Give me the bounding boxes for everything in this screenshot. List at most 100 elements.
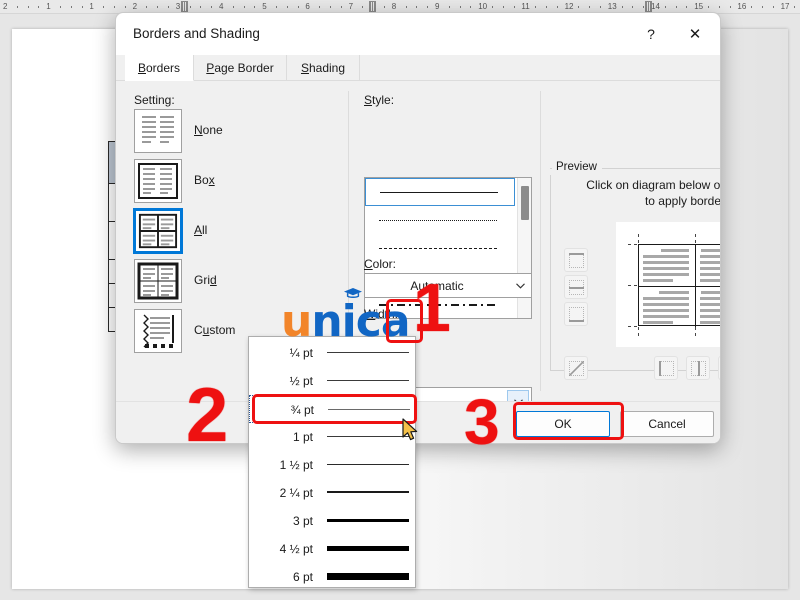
- width-option-three[interactable]: 3 pt: [249, 507, 415, 535]
- ruler-tick: [38, 6, 39, 8]
- border-box-icon: [134, 159, 182, 203]
- ruler-number: 16: [737, 0, 746, 13]
- help-icon[interactable]: ?: [630, 13, 672, 55]
- ruler-tick: [319, 6, 320, 8]
- ruler-tab-stop[interactable]: [645, 1, 652, 12]
- ruler-tick: [341, 6, 342, 8]
- bottom-border-button[interactable]: [564, 302, 588, 326]
- ruler-number: 1: [46, 0, 50, 13]
- width-option-label: ½ pt: [251, 374, 313, 388]
- vertical-inside-border-button[interactable]: [686, 356, 710, 380]
- screen: 211234567891011121314151617 Borders and …: [0, 0, 800, 600]
- annotation-step-3: 3: [464, 390, 500, 454]
- ruler-tab-stop[interactable]: [181, 1, 188, 12]
- top-border-button[interactable]: [564, 248, 588, 272]
- border-custom-icon: [134, 309, 182, 353]
- ruler-tick: [114, 6, 115, 8]
- width-option-one-half[interactable]: 1 ½ pt: [249, 451, 415, 479]
- width-option-half[interactable]: ½ pt: [249, 367, 415, 395]
- ruler-tick: [449, 6, 450, 8]
- ruler-tick: [730, 6, 731, 8]
- width-option-label: 6 pt: [251, 570, 313, 584]
- ruler-tick: [157, 6, 158, 8]
- tab-page-border[interactable]: Page Border: [194, 55, 287, 81]
- ruler-tick: [503, 6, 504, 8]
- preview-frame-line-right: [602, 168, 721, 169]
- width-option-six[interactable]: 6 pt: [249, 563, 415, 591]
- ruler-tick: [794, 6, 795, 8]
- diagonal-up-border-button[interactable]: [564, 356, 588, 380]
- setting-item-custom[interactable]: Custom: [134, 309, 259, 357]
- close-icon[interactable]: ✕: [674, 13, 716, 55]
- ruler-tick: [330, 6, 331, 8]
- chevron-down-icon[interactable]: [509, 275, 531, 297]
- ruler-number: 1: [89, 0, 93, 13]
- style-option-solid[interactable]: [365, 178, 515, 206]
- ruler-tick: [103, 6, 104, 8]
- left-border-button[interactable]: [654, 356, 678, 380]
- setting-item-none[interactable]: None: [134, 109, 259, 157]
- ruler-tick: [589, 6, 590, 8]
- width-option-label: 2 ¼ pt: [251, 486, 313, 500]
- ruler-tick: [686, 6, 687, 8]
- width-dropdown-list[interactable]: ¼ pt ½ pt ¾ pt 1 pt 1 ½ pt 2 ¼ pt 3 pt: [248, 336, 416, 588]
- width-option-quarter[interactable]: ¼ pt: [249, 339, 415, 367]
- ruler-number: 17: [781, 0, 790, 13]
- style-scrollbar-thumb[interactable]: [521, 186, 529, 220]
- ruler-tick: [28, 6, 29, 8]
- style-label: Style:: [364, 93, 394, 107]
- setting-item-box[interactable]: Box: [134, 159, 259, 207]
- ruler-tick: [762, 6, 763, 8]
- ruler-tick: [578, 6, 579, 8]
- preview-inner-horizontal: [639, 286, 721, 287]
- ruler-tick: [233, 6, 234, 8]
- dialog-tabs: Borders Page Border Shading: [116, 55, 721, 81]
- tab-borders[interactable]: Borders: [125, 55, 194, 81]
- ruler-tick: [470, 6, 471, 8]
- ruler-tick: [362, 6, 363, 8]
- divider-right: [540, 91, 541, 391]
- ruler-tick: [665, 6, 666, 8]
- ruler-tick: [719, 6, 720, 8]
- preview-hint: Click on diagram below or use buttons to…: [562, 177, 721, 209]
- ruler-tick: [298, 6, 299, 8]
- width-option-label: ¼ pt: [251, 346, 313, 360]
- cancel-button[interactable]: Cancel: [620, 411, 714, 437]
- ruler-tick: [535, 6, 536, 8]
- mouse-cursor-icon: [402, 418, 420, 444]
- ruler-tick: [406, 6, 407, 8]
- ruler-tick: [71, 6, 72, 8]
- ruler-tick: [17, 6, 18, 8]
- setting-label: Setting:: [134, 93, 175, 107]
- dialog-title: Borders and Shading: [133, 26, 260, 41]
- width-option-label: 3 pt: [251, 514, 313, 528]
- width-option-label: 4 ½ pt: [251, 542, 313, 556]
- width-option-one[interactable]: 1 pt: [249, 423, 415, 451]
- tab-shading[interactable]: Shading: [287, 55, 360, 81]
- ruler-tick: [773, 6, 774, 8]
- ruler-tick: [514, 6, 515, 8]
- style-option-dotted[interactable]: [365, 207, 515, 235]
- setting-item-grid[interactable]: Grid: [134, 259, 259, 307]
- right-border-button[interactable]: [718, 356, 721, 380]
- setting-item-grid-label: Grid: [194, 273, 217, 287]
- ruler-tick: [600, 6, 601, 8]
- horizontal-inside-border-button[interactable]: [564, 275, 588, 299]
- preview-diagram[interactable]: [616, 222, 721, 347]
- width-option-four-half[interactable]: 4 ½ pt: [249, 535, 415, 563]
- setting-item-custom-label: Custom: [194, 323, 235, 337]
- ruler-tick: [384, 6, 385, 8]
- border-all-icon: [134, 209, 182, 253]
- ruler-tick: [632, 6, 633, 8]
- ruler-tab-stop[interactable]: [369, 1, 376, 12]
- ruler-tick: [287, 6, 288, 8]
- ruler-tick: [200, 6, 201, 8]
- setting-item-all[interactable]: All: [134, 209, 259, 257]
- ruler-tick: [60, 6, 61, 8]
- ruler-tick: [254, 6, 255, 8]
- ruler-tick: [622, 6, 623, 8]
- preview-hint-line1: Click on diagram below or use buttons: [586, 178, 721, 192]
- border-none-icon: [134, 109, 182, 153]
- width-option-two-quarter[interactable]: 2 ¼ pt: [249, 479, 415, 507]
- annotation-box-ok-button: [513, 402, 624, 440]
